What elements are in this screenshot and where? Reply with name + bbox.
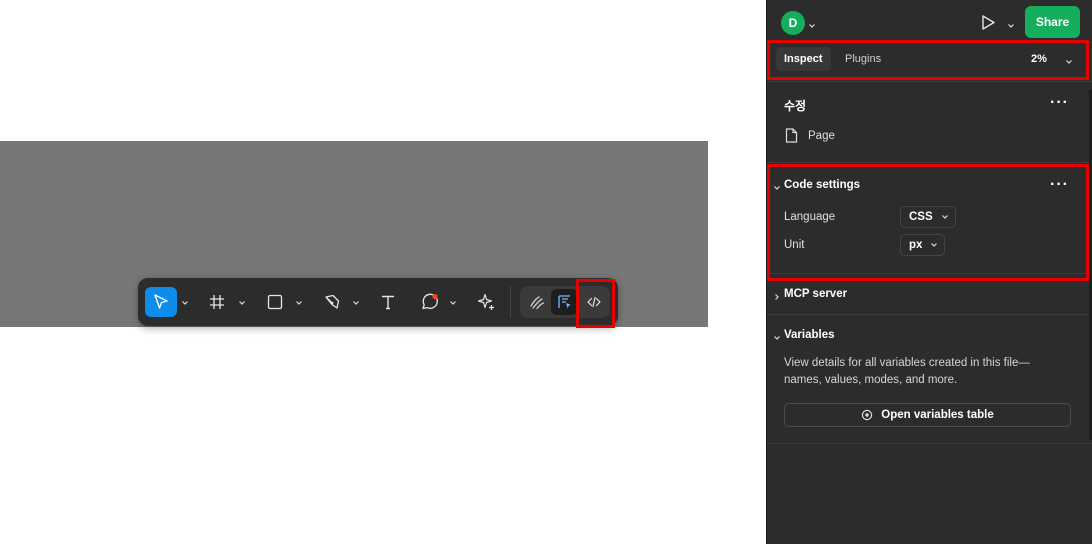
toolbar-divider	[510, 286, 511, 318]
variables-title[interactable]: Variables	[784, 329, 835, 341]
code-settings-more-icon[interactable]: ···	[1050, 177, 1069, 193]
draw-mode-button[interactable]	[524, 289, 550, 315]
code-settings-chevron-icon[interactable]	[773, 181, 781, 195]
page-divider	[767, 162, 1092, 163]
zoom-chevron-icon[interactable]	[1065, 55, 1073, 69]
avatar-chevron-icon[interactable]	[808, 19, 816, 33]
avatar[interactable]: D	[781, 11, 805, 35]
page-name[interactable]: Page	[808, 130, 835, 142]
code-divider	[767, 273, 1092, 274]
variables-target-icon	[862, 409, 873, 421]
open-variables-table-label: Open variables table	[881, 409, 994, 421]
mcp-divider	[767, 314, 1092, 315]
page-file-icon	[785, 128, 798, 146]
pen-tool-button[interactable]	[319, 290, 345, 314]
dev-mode-button[interactable]	[580, 289, 607, 315]
design-mode-button[interactable]	[551, 289, 578, 315]
tab-inspect[interactable]: Inspect	[776, 47, 831, 71]
tabs-divider	[767, 81, 1092, 82]
sparkle-icon	[477, 293, 494, 310]
actions-tool-button[interactable]	[473, 290, 499, 314]
unit-value: px	[909, 239, 923, 251]
language-select[interactable]: CSS	[900, 206, 956, 228]
present-chevron-icon[interactable]	[1007, 19, 1015, 33]
move-tool-chevron-icon[interactable]	[179, 298, 191, 308]
code-brackets-icon	[586, 296, 601, 308]
bottom-toolbar	[138, 278, 618, 326]
comment-tool-button[interactable]	[417, 290, 443, 314]
language-value: CSS	[909, 211, 933, 223]
variables-divider	[767, 443, 1092, 444]
language-label: Language	[784, 211, 836, 223]
draw-scribble-icon	[530, 296, 545, 310]
comment-bubble-icon	[422, 293, 438, 310]
cursor-arrow-icon	[154, 294, 168, 309]
shape-tool-button[interactable]	[262, 290, 288, 314]
move-tool-button[interactable]	[145, 287, 177, 317]
mcp-chevron-right-icon[interactable]	[773, 290, 781, 304]
shape-tool-chevron-icon[interactable]	[293, 298, 305, 308]
code-settings-title[interactable]: Code settings	[784, 179, 860, 191]
unit-label: Unit	[784, 239, 805, 251]
comment-tool-chevron-icon[interactable]	[447, 298, 459, 308]
rectangle-icon	[267, 294, 283, 310]
play-icon[interactable]	[980, 14, 996, 34]
variables-chevron-icon[interactable]	[773, 331, 781, 345]
hash-frame-icon	[210, 295, 224, 309]
open-variables-table-button[interactable]: Open variables table	[784, 403, 1071, 427]
page-section-title: 수정	[784, 99, 807, 113]
zoom-level[interactable]: 2%	[1031, 53, 1047, 65]
design-mode-icon	[557, 295, 571, 309]
mcp-server-title[interactable]: MCP server	[784, 288, 847, 300]
variables-description: View details for all variables created i…	[784, 357, 1030, 386]
chevron-down-icon	[931, 243, 938, 247]
text-t-icon	[382, 295, 394, 310]
frame-tool-chevron-icon[interactable]	[236, 298, 248, 308]
right-panel: D Share Inspect Plugins 2% 수정 ··· Page C…	[766, 0, 1092, 544]
frame-tool-button[interactable]	[204, 290, 230, 314]
header-divider	[767, 42, 1092, 43]
share-button[interactable]: Share	[1025, 6, 1080, 38]
page-section-more-icon[interactable]: ···	[1050, 95, 1069, 111]
canvas[interactable]	[0, 0, 766, 544]
pen-tool-chevron-icon[interactable]	[350, 298, 362, 308]
pen-icon	[325, 294, 340, 309]
unit-select[interactable]: px	[900, 234, 946, 256]
chevron-down-icon	[941, 215, 948, 219]
text-tool-button[interactable]	[375, 290, 401, 314]
tab-plugins[interactable]: Plugins	[837, 47, 889, 71]
